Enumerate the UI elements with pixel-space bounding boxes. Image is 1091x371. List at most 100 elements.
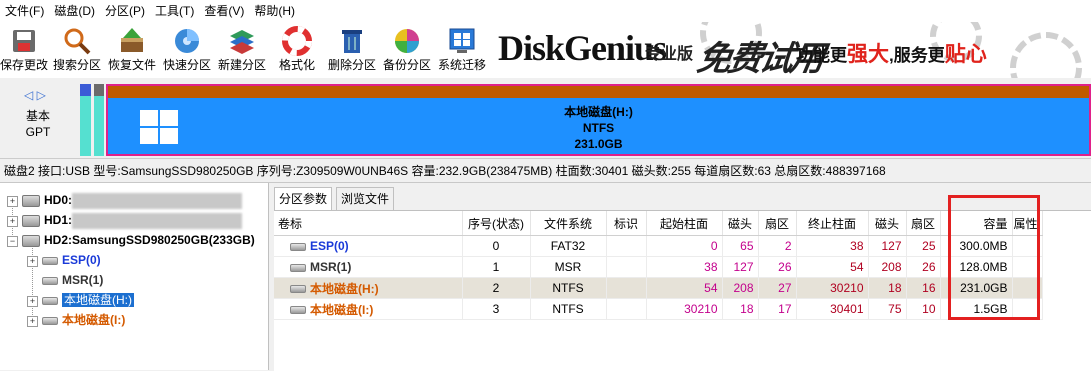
row-label-text: 本地磁盘(H:) xyxy=(310,281,379,296)
quick-partition-button[interactable]: 快速分区 xyxy=(162,24,212,76)
cell-label: MSR(1) xyxy=(274,256,463,278)
backup-partition-button[interactable]: 备份分区 xyxy=(382,24,432,76)
disk-type-gpt: GPT xyxy=(25,125,51,139)
disk-type-basic: 基本 xyxy=(25,109,50,123)
recover-files-button[interactable]: 恢复文件 xyxy=(107,24,157,76)
tree-node-msr[interactable]: MSR(1) xyxy=(42,270,103,290)
menu-help[interactable]: 帮助(H) xyxy=(249,0,300,22)
system-migrate-button[interactable]: 系统迁移 xyxy=(437,24,487,76)
menu-partition[interactable]: 分区(P) xyxy=(100,0,150,22)
col-header-end-sector[interactable]: 扇区 xyxy=(906,211,941,236)
quick-partition-label: 快速分区 xyxy=(162,58,211,72)
expand-esp-toggle[interactable]: + xyxy=(27,256,38,267)
partition-icon xyxy=(42,256,58,265)
cell-flag xyxy=(606,256,647,278)
table-row[interactable]: ESP(0) 0 FAT32 0 65 2 38 127 25 300.0MB xyxy=(274,235,1043,257)
new-partition-button[interactable]: 新建分区 xyxy=(217,24,267,76)
expand-i-toggle[interactable]: + xyxy=(27,316,38,327)
collapse-hd2-toggle[interactable]: − xyxy=(7,236,18,247)
cell-index: 0 xyxy=(462,235,531,257)
expand-hd0-toggle[interactable]: + xyxy=(7,196,18,207)
windows-migrate-icon xyxy=(447,26,477,56)
table-row[interactable]: 本地磁盘(I:) 3 NTFS 30210 18 17 30401 75 10 … xyxy=(274,298,1043,320)
partition-bar-h[interactable]: 本地磁盘(H:) NTFS 231.0GB xyxy=(106,84,1091,156)
partition-bar-name: 本地磁盘(H:) xyxy=(564,105,633,119)
save-changes-button[interactable]: 保存更改 xyxy=(0,24,49,76)
disk-info-bar: 磁盘2 接口:USB 型号:SamsungSSD980250GB 序列号:Z30… xyxy=(0,160,1091,183)
disk-quick-icon xyxy=(172,26,202,56)
table-row-selected[interactable]: 本地磁盘(H:) 2 NTFS 54 208 27 30210 18 16 23… xyxy=(274,277,1043,299)
tree-node-esp[interactable]: ESP(0) xyxy=(42,250,101,270)
col-header-flag[interactable]: 标识 xyxy=(606,211,647,236)
tab-partition-params[interactable]: 分区参数 xyxy=(274,187,333,211)
cell-start-cyl: 0 xyxy=(646,235,723,257)
col-header-label[interactable]: 卷标 xyxy=(274,211,463,236)
new-partition-label: 新建分区 xyxy=(217,58,266,72)
col-header-start-cyl[interactable]: 起始柱面 xyxy=(646,211,723,236)
tree-esp-label: ESP(0) xyxy=(62,253,101,267)
partition-bar-msr[interactable] xyxy=(94,84,104,156)
col-header-start-sector[interactable]: 扇区 xyxy=(758,211,797,236)
partition-bar-esp[interactable] xyxy=(80,84,91,156)
system-migrate-label: 系统迁移 xyxy=(437,58,486,72)
format-button[interactable]: 格式化 xyxy=(272,24,322,76)
capacity-highlight-box xyxy=(948,195,1040,320)
save-changes-label: 保存更改 xyxy=(0,58,48,72)
redacted-region xyxy=(72,192,243,209)
col-header-start-head[interactable]: 磁头 xyxy=(722,211,759,236)
col-header-end-head[interactable]: 磁头 xyxy=(868,211,907,236)
tree-h-label: 本地磁盘(H:) xyxy=(62,293,134,307)
search-partition-button[interactable]: 搜索分区 xyxy=(52,24,102,76)
pie-backup-icon xyxy=(392,26,422,56)
disk-map: ◁ ▷ 基本 GPT 本地磁盘(H:) NTFS 231.0GB xyxy=(0,78,1091,159)
menu-file[interactable]: 文件(F) xyxy=(0,0,49,22)
cell-start-head: 127 xyxy=(722,256,759,278)
partition-bar-h-info: 本地磁盘(H:) NTFS 231.0GB xyxy=(108,104,1089,152)
table-row[interactable]: MSR(1) 1 MSR 38 127 26 54 208 26 128.0MB xyxy=(274,256,1043,278)
cell-label: ESP(0) xyxy=(274,235,463,257)
cell-end-sector: 25 xyxy=(906,235,941,257)
partition-icon xyxy=(290,263,306,272)
partition-icon xyxy=(42,316,58,325)
backup-partition-label: 备份分区 xyxy=(382,58,431,72)
menu-view[interactable]: 查看(V) xyxy=(199,0,249,22)
tree-node-h[interactable]: 本地磁盘(H:) xyxy=(42,290,134,310)
delete-partition-label: 删除分区 xyxy=(327,58,376,72)
diskgenius-logo: DiskGenius xyxy=(498,28,667,68)
tree-node-i[interactable]: 本地磁盘(I:) xyxy=(42,310,125,330)
cell-end-cyl: 30401 xyxy=(796,298,869,320)
cell-start-sector: 17 xyxy=(758,298,797,320)
cell-label: 本地磁盘(I:) xyxy=(274,298,463,320)
cell-start-sector: 2 xyxy=(758,235,797,257)
partition-bar-fs: NTFS xyxy=(582,121,615,135)
partition-icon xyxy=(290,242,306,251)
tree-node-hd0[interactable]: HD0: xyxy=(22,190,243,210)
cell-start-cyl: 54 xyxy=(646,277,723,299)
tree-hd1-label: HD1: xyxy=(44,213,73,227)
menu-disk[interactable]: 磁盘(D) xyxy=(49,0,100,22)
delete-partition-button[interactable]: 删除分区 xyxy=(327,24,377,76)
col-header-fs[interactable]: 文件系统 xyxy=(530,211,607,236)
disk-nav-arrows[interactable]: ◁ ▷ xyxy=(24,88,46,102)
menu-tools[interactable]: 工具(T) xyxy=(150,0,199,22)
hard-disk-icon xyxy=(22,194,40,207)
cell-start-cyl: 38 xyxy=(646,256,723,278)
cell-index: 1 xyxy=(462,256,531,278)
table-header-row: 卷标 序号(状态) 文件系统 标识 起始柱面 磁头 扇区 终止柱面 磁头 扇区 … xyxy=(274,211,1043,236)
col-header-index[interactable]: 序号(状态) xyxy=(462,211,531,236)
cell-fs: FAT32 xyxy=(530,235,607,257)
toolbar: 保存更改 搜索分区 恢复文件 快速分区 新建分区 格式化 删除分区 备份分区 系… xyxy=(0,22,1091,79)
tree-node-hd2[interactable]: HD2:SamsungSSD980250GB(233GB) xyxy=(22,230,255,250)
partition-bar-h-header xyxy=(108,86,1089,98)
tab-browse-files[interactable]: 浏览文件 xyxy=(336,187,395,210)
expand-hd1-toggle[interactable]: + xyxy=(7,216,18,227)
cell-start-head: 18 xyxy=(722,298,759,320)
tree-node-hd1[interactable]: HD1: xyxy=(22,210,243,230)
cell-flag xyxy=(606,277,647,299)
cell-index: 3 xyxy=(462,298,531,320)
disk-type-label: 基本 GPT xyxy=(16,108,60,140)
recover-box-icon xyxy=(117,26,147,56)
col-header-end-cyl[interactable]: 终止柱面 xyxy=(796,211,869,236)
expand-h-toggle[interactable]: + xyxy=(27,296,38,307)
promo-banner[interactable]: DiskGenius 专业版 免费试用 功能更强大,服务更贴心 xyxy=(490,22,1091,78)
